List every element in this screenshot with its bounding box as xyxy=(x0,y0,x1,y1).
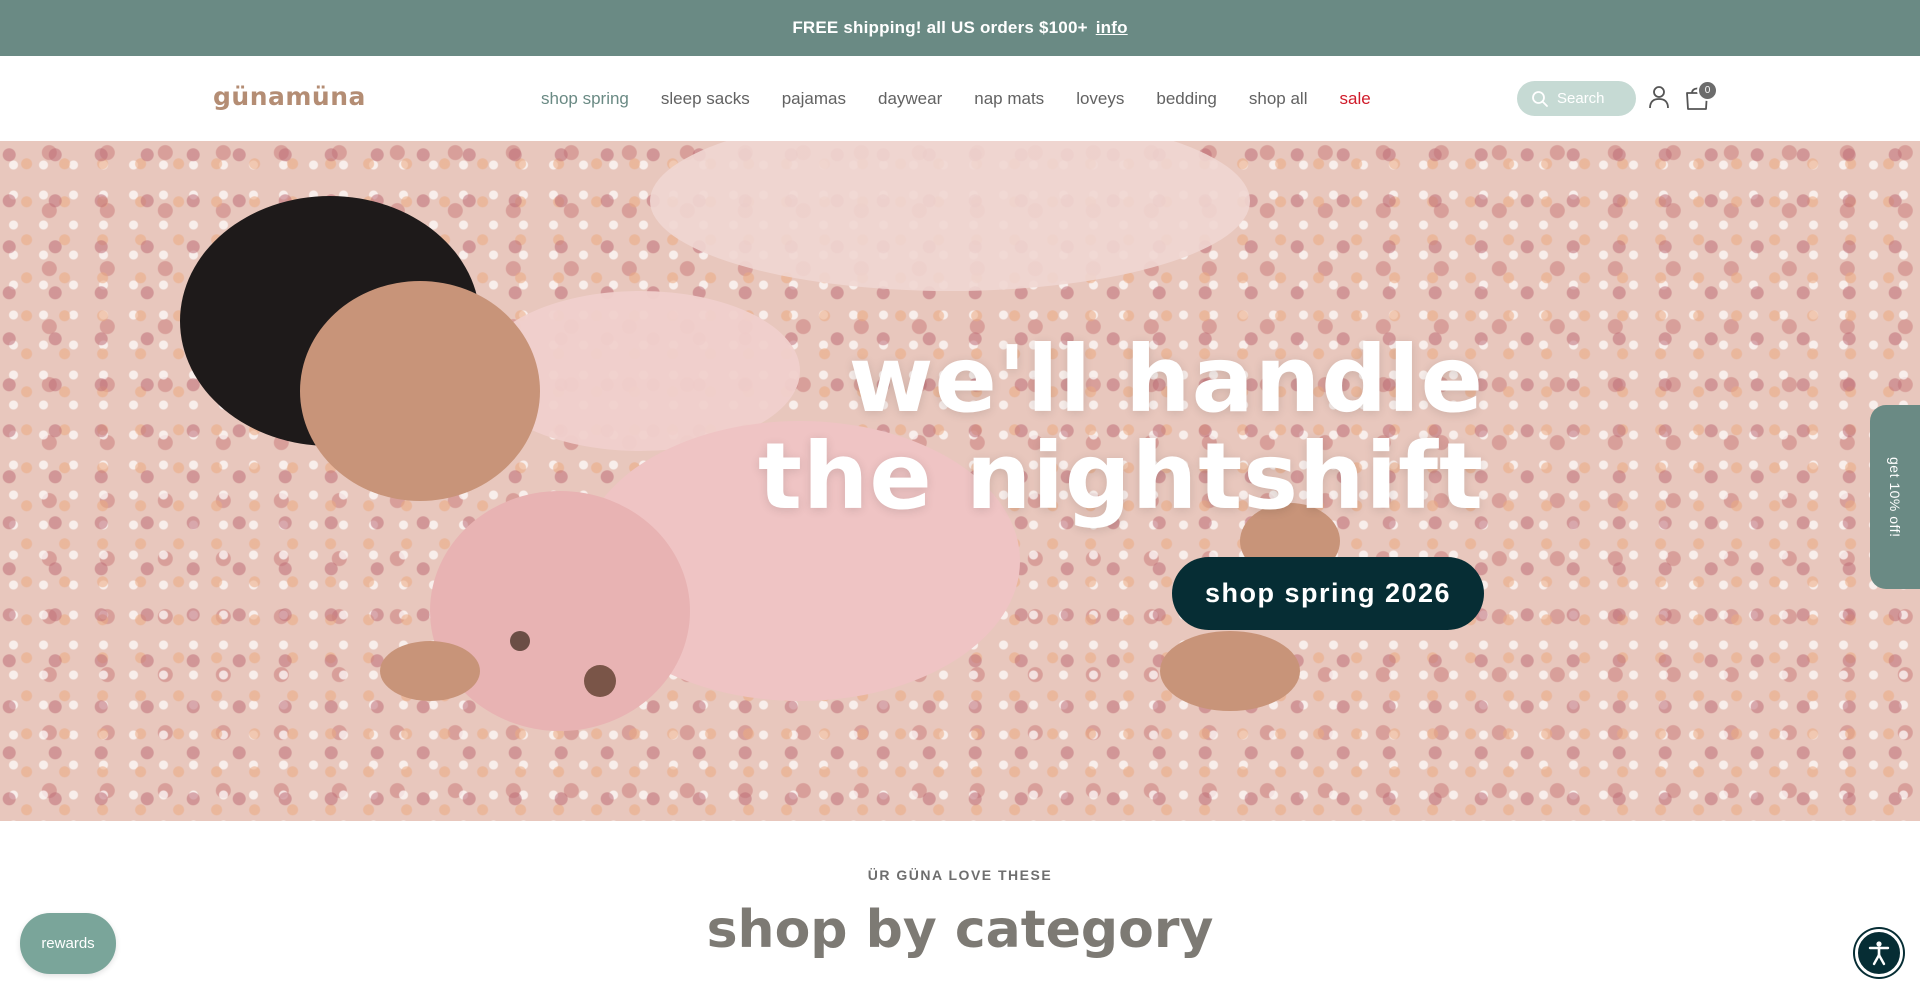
nav-item-pajamas[interactable]: pajamas xyxy=(782,89,846,109)
nav-item-nap-mats[interactable]: nap mats xyxy=(974,89,1044,109)
rewards-button[interactable]: rewards xyxy=(20,913,116,974)
accessibility-icon xyxy=(1868,941,1890,966)
announcement-text: FREE shipping! all US orders $100+ xyxy=(792,18,1088,37)
discount-side-tab[interactable]: get 10% off! xyxy=(1870,405,1920,589)
hero-title-line2: the nightshift xyxy=(757,423,1484,530)
main-nav: shop spring sleep sacks pajamas daywear … xyxy=(541,56,1371,141)
nav-item-shop-spring[interactable]: shop spring xyxy=(541,89,629,109)
nav-item-loveys[interactable]: loveys xyxy=(1076,89,1124,109)
announcement-bar: FREE shipping! all US orders $100+ info xyxy=(0,0,1920,56)
nav-item-shop-all[interactable]: shop all xyxy=(1249,89,1308,109)
search-box[interactable] xyxy=(1517,81,1636,116)
nav-item-sleep-sacks[interactable]: sleep sacks xyxy=(661,89,750,109)
nav-item-sale[interactable]: sale xyxy=(1340,89,1371,109)
hero-title-line1: we'll handle xyxy=(848,326,1484,433)
shop-spring-button[interactable]: shop spring 2026 xyxy=(1172,557,1484,630)
search-icon xyxy=(1532,90,1548,107)
search-input[interactable] xyxy=(1557,90,1633,107)
account-icon[interactable] xyxy=(1648,85,1670,109)
cart-count-badge: 0 xyxy=(1697,80,1718,101)
accessibility-button[interactable] xyxy=(1855,929,1903,977)
hero-banner: we'll handle the nightshift shop spring … xyxy=(0,141,1920,821)
announcement-info-link[interactable]: info xyxy=(1096,18,1128,38)
hero-title: we'll handle the nightshift xyxy=(758,331,1484,525)
discount-side-tab-label: get 10% off! xyxy=(1887,456,1903,538)
nav-item-daywear[interactable]: daywear xyxy=(878,89,942,109)
section-eyebrow: ÜR GÜNA LOVE THESE xyxy=(867,867,1053,883)
nav-item-bedding[interactable]: bedding xyxy=(1156,89,1217,109)
site-header: günamüna shop spring sleep sacks pajamas… xyxy=(0,56,1920,141)
section-title: shop by category xyxy=(706,900,1214,960)
logo[interactable]: günamüna xyxy=(213,82,366,111)
